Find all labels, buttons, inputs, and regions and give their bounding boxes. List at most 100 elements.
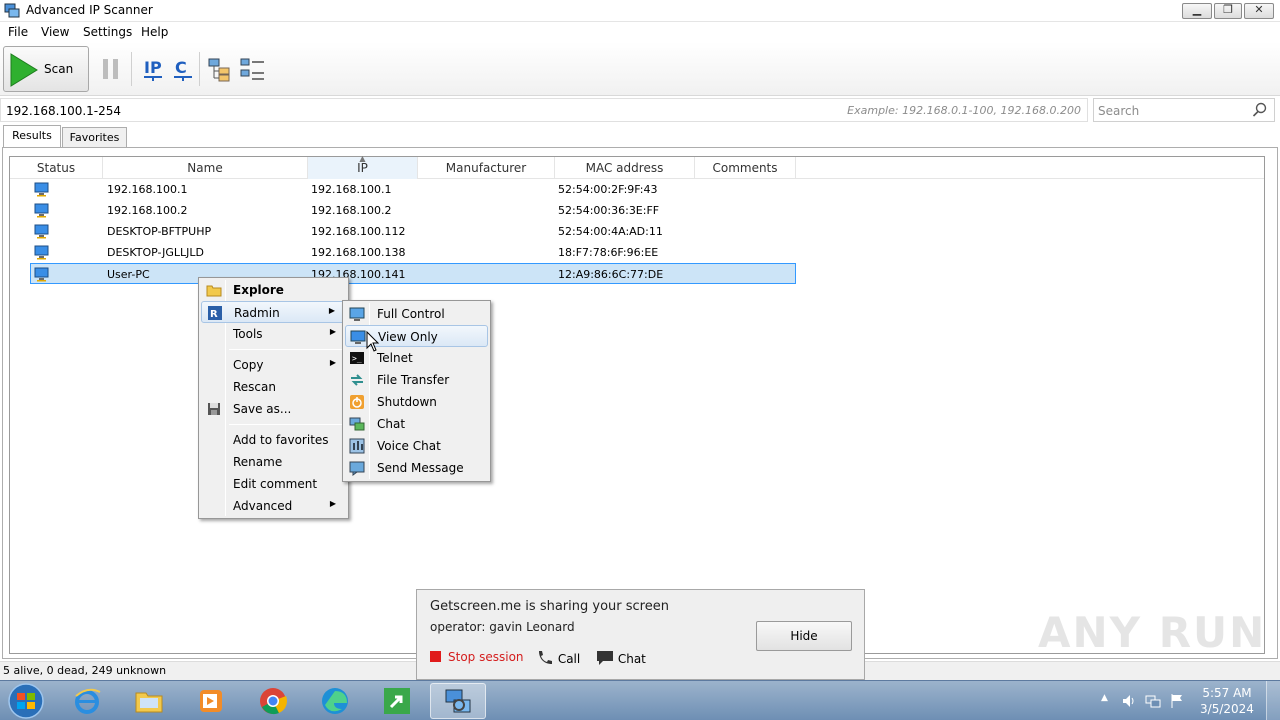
computer-icon [34,182,49,197]
column-name[interactable]: Name [103,157,308,179]
network-icon[interactable] [1145,693,1161,709]
menu-item-radmin[interactable]: R Radmin ▶ [201,301,346,323]
minimize-button[interactable]: ▁ [1182,3,1212,19]
menu-view[interactable]: View [41,25,69,39]
taskbar-getscreen[interactable] [370,683,426,719]
action-center-flag-icon[interactable] [1169,693,1185,709]
show-hidden-icons[interactable]: ▲ [1101,693,1108,703]
column-ip[interactable]: ▲ IP [308,154,418,179]
menu-file[interactable]: File [8,25,28,39]
row-mac: 52:54:00:4A:AD:11 [558,225,663,238]
menu-help[interactable]: Help [141,25,168,39]
menu-item-tools[interactable]: Tools ▶ [201,323,346,345]
row-ip: 192.168.100.2 [311,204,392,217]
operator-label: operator: gavin Leonard [430,620,575,634]
menu-item-send-message[interactable]: Send Message [345,457,488,479]
call-button[interactable]: Call [536,650,580,666]
ip-scanner-icon [445,689,471,713]
list-view-icon[interactable] [240,56,266,82]
ip-icon[interactable]: IP [142,56,164,82]
toolbar-separator [199,52,200,86]
column-manufacturer[interactable]: Manufacturer [418,157,555,179]
table-row[interactable]: DESKTOP-BFTPUHP 192.168.100.112 52:54:00… [10,221,810,242]
column-comments[interactable]: Comments [695,157,796,179]
search-input[interactable]: Search [1093,98,1275,122]
close-button[interactable]: ✕ [1244,3,1274,19]
submenu-arrow-icon: ▶ [329,499,336,508]
menu-item-add-favorites[interactable]: Add to favorites [201,429,346,451]
tab-favorites[interactable]: Favorites [62,127,127,147]
menu-item-explore[interactable]: Explore [201,279,346,301]
menu-item-advanced[interactable]: Advanced ▶ [201,495,346,517]
row-mac: 52:54:00:36:3E:FF [558,204,660,217]
table-row[interactable]: 192.168.100.1 192.168.100.1 52:54:00:2F:… [10,179,810,200]
clock[interactable]: 5:57 AM 3/5/2024 [1196,685,1258,717]
column-mac[interactable]: MAC address [555,157,695,179]
getscreen-icon [384,688,410,714]
c-icon[interactable]: C [172,56,194,82]
menu-item-shutdown[interactable]: Shutdown [345,391,488,413]
menu-item-full-control[interactable]: Full Control [345,303,488,325]
menu-item-chat[interactable]: Chat [345,413,488,435]
tab-results[interactable]: Results [3,125,61,148]
toolbar-separator [131,52,132,86]
menu-item-label: Telnet [377,351,413,365]
menu-item-label: View Only [378,330,438,344]
save-icon [208,403,220,415]
menu-settings[interactable]: Settings [83,25,132,39]
voice-chat-icon [349,438,365,454]
scan-button[interactable]: Scan [3,46,89,92]
folder-icon [206,285,222,297]
radmin-icon: R [208,306,222,320]
taskbar-ie[interactable] [60,683,116,719]
table-row-selected[interactable]: User-PC 192.168.100.141 12:A9:86:6C:77:D… [30,263,796,284]
toolbar: Scan IP C [0,42,1280,96]
file-transfer-icon [351,374,363,386]
folder-icon [135,692,163,713]
table-row[interactable]: 192.168.100.2 192.168.100.2 52:54:00:36:… [10,200,810,221]
stop-session-button[interactable]: Stop session [430,650,524,664]
menu-item-voice-chat[interactable]: Voice Chat [345,435,488,457]
ip-range-input[interactable]: 192.168.100.1-254 Example: 192.168.0.1-1… [0,98,1088,122]
taskbar-chrome[interactable] [246,683,302,719]
svg-text:C: C [175,58,187,77]
stop-icon [430,651,441,662]
menu-item-label: Advanced [233,499,293,513]
column-status[interactable]: Status [10,157,103,179]
ip-range-value: 192.168.100.1-254 [6,104,122,118]
menu-item-label: Copy [233,358,264,372]
taskbar-ip-scanner[interactable] [430,683,486,719]
pause-button[interactable] [103,59,119,79]
table-row[interactable]: DESKTOP-JGLLJLD 192.168.100.138 18:F7:78… [10,242,810,263]
chat-button[interactable]: Chat [596,650,646,666]
tree-view-icon[interactable] [207,56,233,82]
volume-icon[interactable] [1121,693,1137,709]
taskbar-explorer[interactable] [122,683,178,719]
sort-arrow-icon: ▲ [359,154,366,163]
submenu-arrow-icon: ▶ [329,327,336,336]
menu-item-label: Explore [233,283,284,297]
row-name: DESKTOP-BFTPUHP [107,225,212,238]
menu-item-file-transfer[interactable]: File Transfer [345,369,488,391]
row-name: DESKTOP-JGLLJLD [107,246,204,259]
menu-item-save-as[interactable]: Save as... [201,398,346,420]
row-mac: 52:54:00:2F:9F:43 [558,183,658,196]
menu-item-copy[interactable]: Copy ▶ [201,354,346,376]
svg-text:IP: IP [144,58,162,77]
menu-item-rename[interactable]: Rename [201,451,346,473]
menu-item-rescan[interactable]: Rescan [201,376,346,398]
menu-item-label: Rename [233,455,283,469]
hide-button[interactable]: Hide [756,621,852,651]
search-icon [1252,102,1267,117]
taskbar-media-player[interactable] [184,683,240,719]
clock-date: 3/5/2024 [1200,702,1254,716]
taskbar-edge[interactable] [308,683,364,719]
maximize-button[interactable]: ❐ [1214,3,1242,19]
menu-item-edit-comment[interactable]: Edit comment [201,473,346,495]
svg-text:R: R [210,309,218,320]
show-desktop-button[interactable] [1266,681,1280,720]
submenu-arrow-icon: ▶ [329,358,336,367]
play-icon [10,53,38,87]
start-button[interactable] [3,682,49,720]
menu-item-label: File Transfer [377,373,450,387]
